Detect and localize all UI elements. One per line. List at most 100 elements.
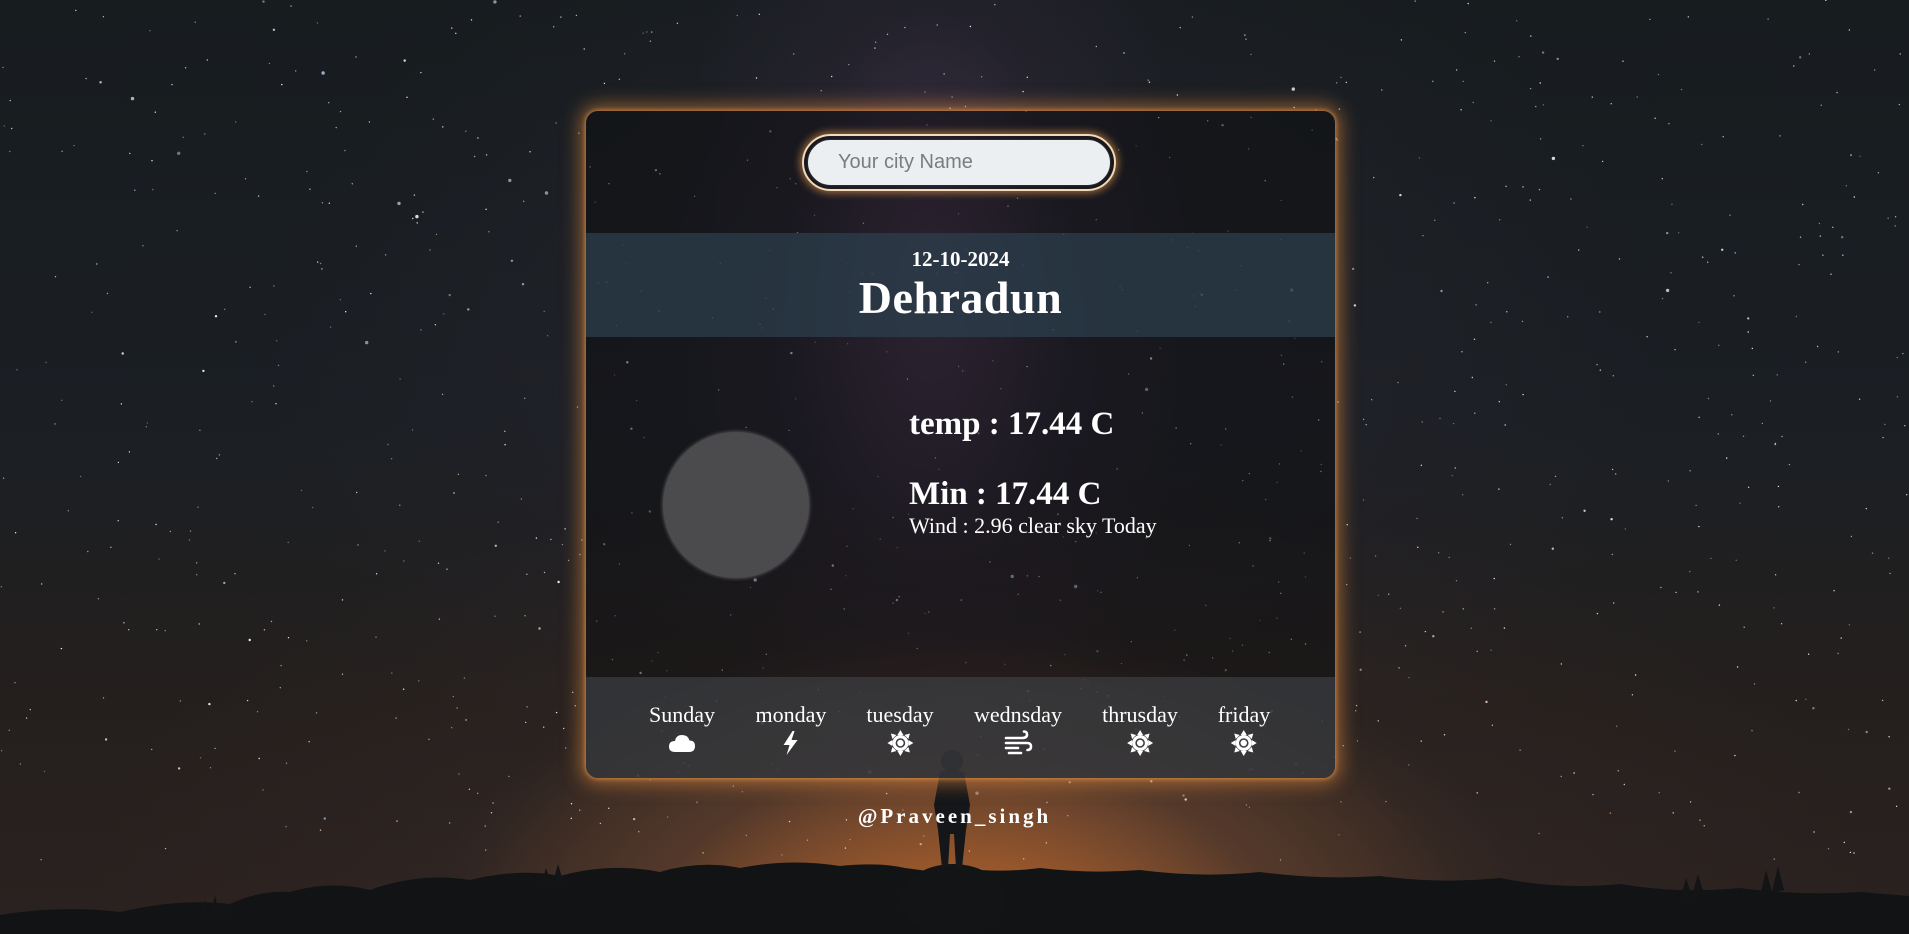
star [1896,396,1899,398]
star [618,78,621,81]
star [188,539,191,541]
star [1898,103,1901,106]
star [1509,543,1512,546]
star [14,682,16,684]
star [1636,96,1638,98]
star [134,189,136,191]
star [555,122,557,124]
star [574,705,576,707]
star [202,369,205,373]
star [526,706,528,708]
star [357,544,359,546]
star [184,67,187,69]
star [321,71,325,75]
star [1487,282,1489,284]
star [1859,155,1861,157]
star [1816,345,1819,348]
forecast-day-monday[interactable]: monday [756,704,826,756]
star [1649,18,1651,21]
star [1747,317,1750,320]
search-field-wrapper [802,134,1116,191]
star [80,475,82,478]
star [1455,580,1458,582]
forecast-day-thursday[interactable]: thrusday [1102,704,1178,756]
star [1377,720,1379,722]
star [1658,792,1660,794]
star [1850,154,1852,156]
star [268,62,271,65]
star [341,673,344,675]
star [1888,736,1890,738]
star [319,829,322,831]
star [1899,53,1901,55]
star [356,491,358,494]
star [339,299,341,301]
star [154,111,156,113]
star [1467,2,1469,5]
star [1356,740,1359,742]
star [1424,630,1427,633]
star [1542,104,1545,106]
star [1819,235,1822,237]
star [1422,235,1424,237]
star [110,546,112,548]
star [1887,217,1889,219]
star [96,263,98,265]
star [1336,82,1338,84]
star [468,788,471,790]
star [1554,475,1557,478]
star [224,308,226,310]
star [1761,422,1764,425]
star [1894,225,1896,227]
star [428,738,430,740]
forecast-day-label: thrusday [1102,702,1178,727]
star [1179,26,1181,29]
forecast-day-friday[interactable]: friday [1218,704,1270,756]
star [11,127,13,130]
star [1420,464,1423,466]
star [1668,123,1670,125]
star [1338,108,1341,110]
date-label: 12-10-2024 [911,247,1010,271]
star [1820,104,1823,106]
star [1731,414,1733,416]
star [1795,315,1798,318]
star [543,571,546,574]
star [437,562,440,564]
star [1707,261,1709,263]
star [273,285,275,287]
star [1848,624,1851,626]
star [128,629,130,631]
city-search-input[interactable] [807,139,1111,186]
star [194,21,196,23]
star [1805,698,1807,700]
star [1779,135,1781,137]
star [61,150,63,152]
star [923,835,925,837]
star [399,504,401,506]
star [1556,57,1559,61]
star [1408,764,1410,766]
star [1452,422,1455,425]
star [1529,87,1532,90]
star [223,581,226,585]
forecast-day-wednesday[interactable]: wednsday [974,704,1062,756]
star [142,245,144,247]
star [524,615,526,617]
star [61,399,63,401]
star [1847,728,1850,731]
star [123,622,125,624]
forecast-day-sunday[interactable]: Sunday [649,704,715,756]
star [1807,653,1810,655]
forecast-day-tuesday[interactable]: tuesday [866,704,934,756]
star [1340,76,1342,79]
star [1417,546,1419,548]
star [1849,851,1852,854]
star [415,214,419,219]
star [214,747,216,750]
star [1471,376,1474,379]
star [1147,79,1149,81]
star [416,222,418,224]
star [529,151,531,153]
star [1355,710,1357,712]
